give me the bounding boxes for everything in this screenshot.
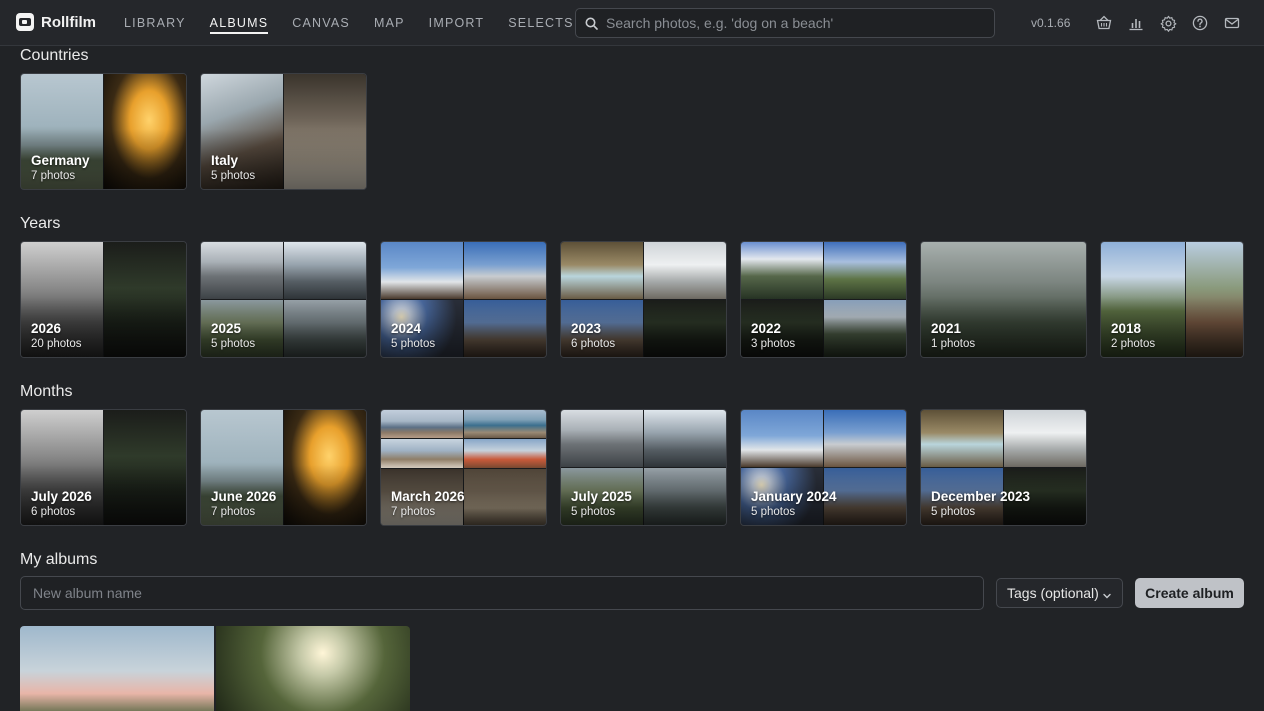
section-title-countries: Countries <box>20 47 89 64</box>
album-name: 2021 <box>931 321 962 336</box>
album-card[interactable]: March 2026 7 photos <box>380 409 547 526</box>
countries-row: Germany 7 photos Italy 5 photos <box>20 73 367 190</box>
album-card[interactable]: July 2025 5 photos <box>560 409 727 526</box>
album-name: December 2023 <box>931 489 1031 504</box>
tags-dropdown[interactable]: Tags (optional) <box>996 578 1123 608</box>
album-name: March 2026 <box>391 489 465 504</box>
album-count: 7 photos <box>211 506 256 518</box>
stats-icon[interactable] <box>1127 14 1145 32</box>
search-box <box>575 8 995 38</box>
album-name: 2024 <box>391 321 422 336</box>
search-icon <box>576 9 606 37</box>
album-count: 5 photos <box>931 506 976 518</box>
album-card[interactable]: 2022 3 photos <box>740 241 907 358</box>
album-count: 5 photos <box>391 338 436 350</box>
album-name: June 2026 <box>211 489 277 504</box>
album-count: 6 photos <box>31 506 76 518</box>
tags-dropdown-label: Tags (optional) <box>1007 585 1099 601</box>
album-count: 5 photos <box>751 506 796 518</box>
album-name: 2025 <box>211 321 242 336</box>
album-card[interactable]: July 2026 6 photos <box>20 409 187 526</box>
help-icon[interactable] <box>1191 14 1209 32</box>
brand[interactable]: Rollfilm <box>16 13 96 31</box>
album-card[interactable]: 2025 5 photos <box>200 241 367 358</box>
new-album-name-input[interactable] <box>20 576 984 610</box>
nav-library[interactable]: LIBRARY <box>112 0 198 46</box>
album-count: 5 photos <box>571 506 616 518</box>
album-card[interactable]: 2021 1 photos <box>920 241 1087 358</box>
create-album-button[interactable]: Create album <box>1135 578 1244 608</box>
album-name: Germany <box>31 153 90 168</box>
months-row: July 2026 6 photos June 2026 7 photos Ma… <box>20 409 1087 526</box>
album-thumbnail <box>20 626 214 711</box>
album-card[interactable]: 2026 20 photos <box>20 241 187 358</box>
album-name: July 2026 <box>31 489 92 504</box>
album-count: 5 photos <box>211 170 256 182</box>
album-count: 7 photos <box>391 506 436 518</box>
album-count: 6 photos <box>571 338 616 350</box>
nav-map[interactable]: MAP <box>362 0 417 46</box>
album-count: 3 photos <box>751 338 796 350</box>
album-name: 2018 <box>1111 321 1142 336</box>
gear-icon[interactable] <box>1159 14 1177 32</box>
basket-icon[interactable] <box>1095 14 1113 32</box>
main-nav: LIBRARY ALBUMS CANVAS MAP IMPORT SELECTS <box>112 0 586 46</box>
album-count: 1 photos <box>931 338 976 350</box>
album-card[interactable]: June 2026 7 photos <box>200 409 367 526</box>
album-name: 2023 <box>571 321 602 336</box>
album-name: January 2024 <box>751 489 837 504</box>
nav-selects[interactable]: SELECTS <box>496 0 585 46</box>
mail-icon[interactable] <box>1223 14 1241 32</box>
version-label: v0.1.66 <box>1031 16 1071 30</box>
album-card[interactable]: Italy 5 photos <box>200 73 367 190</box>
album-name: 2022 <box>751 321 782 336</box>
app-name: Rollfilm <box>41 13 96 31</box>
rollfilm-logo-icon <box>16 13 34 31</box>
album-count: 20 photos <box>31 338 82 350</box>
album-name: 2026 <box>31 321 62 336</box>
album-count: 5 photos <box>211 338 256 350</box>
album-card[interactable]: 2024 5 photos <box>380 241 547 358</box>
album-card[interactable]: 2018 2 photos <box>1100 241 1244 358</box>
user-album-card[interactable] <box>20 626 410 711</box>
album-card[interactable]: January 2024 5 photos <box>740 409 907 526</box>
top-bar: Rollfilm LIBRARY ALBUMS CANVAS MAP IMPOR… <box>0 0 1264 46</box>
section-title-years: Years <box>20 215 61 232</box>
album-card[interactable]: December 2023 5 photos <box>920 409 1087 526</box>
nav-canvas[interactable]: CANVAS <box>280 0 362 46</box>
years-row: 2026 20 photos 2025 5 photos 2024 5 phot… <box>20 241 1244 358</box>
section-title-months: Months <box>20 383 73 400</box>
chevron-down-icon <box>1102 588 1112 604</box>
album-thumbnail <box>216 626 410 711</box>
album-name: Italy <box>211 153 239 168</box>
album-card[interactable]: 2023 6 photos <box>560 241 727 358</box>
nav-albums[interactable]: ALBUMS <box>198 0 281 46</box>
album-count: 7 photos <box>31 170 76 182</box>
album-card[interactable]: Germany 7 photos <box>20 73 187 190</box>
album-count: 2 photos <box>1111 338 1156 350</box>
nav-import[interactable]: IMPORT <box>417 0 497 46</box>
toolbar-icons <box>1095 14 1241 32</box>
section-title-my-albums: My albums <box>20 551 98 568</box>
search-input[interactable] <box>606 15 994 31</box>
album-name: July 2025 <box>571 489 632 504</box>
